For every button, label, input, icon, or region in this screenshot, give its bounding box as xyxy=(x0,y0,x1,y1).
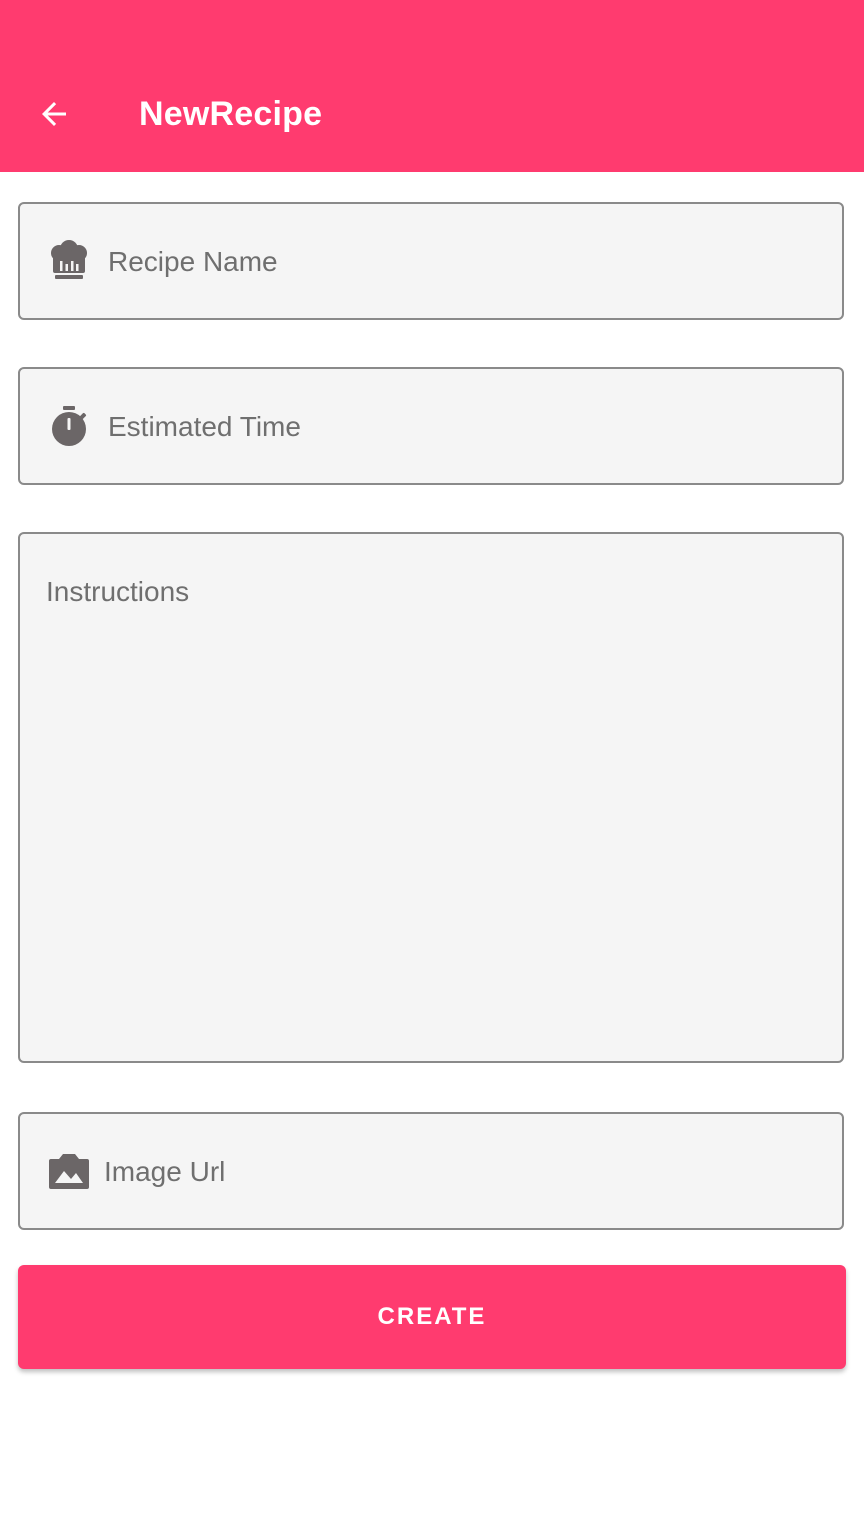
estimated-time-input[interactable] xyxy=(108,409,808,445)
instructions-field[interactable] xyxy=(18,532,844,1063)
image-url-field[interactable] xyxy=(18,1112,844,1230)
recipe-name-field[interactable] xyxy=(18,202,844,320)
back-button[interactable] xyxy=(22,86,86,146)
camera-image-icon xyxy=(46,1150,92,1192)
instructions-textarea[interactable] xyxy=(46,576,816,1036)
arrow-back-icon xyxy=(36,96,72,137)
app-bar: NewRecipe xyxy=(0,0,864,172)
image-url-input[interactable] xyxy=(104,1154,804,1190)
page-title: NewRecipe xyxy=(139,95,323,133)
create-button[interactable]: CREATE xyxy=(18,1265,846,1369)
chef-hat-icon xyxy=(46,238,92,284)
estimated-time-field[interactable] xyxy=(18,367,844,485)
recipe-name-input[interactable] xyxy=(108,244,808,280)
stopwatch-icon xyxy=(46,403,92,449)
